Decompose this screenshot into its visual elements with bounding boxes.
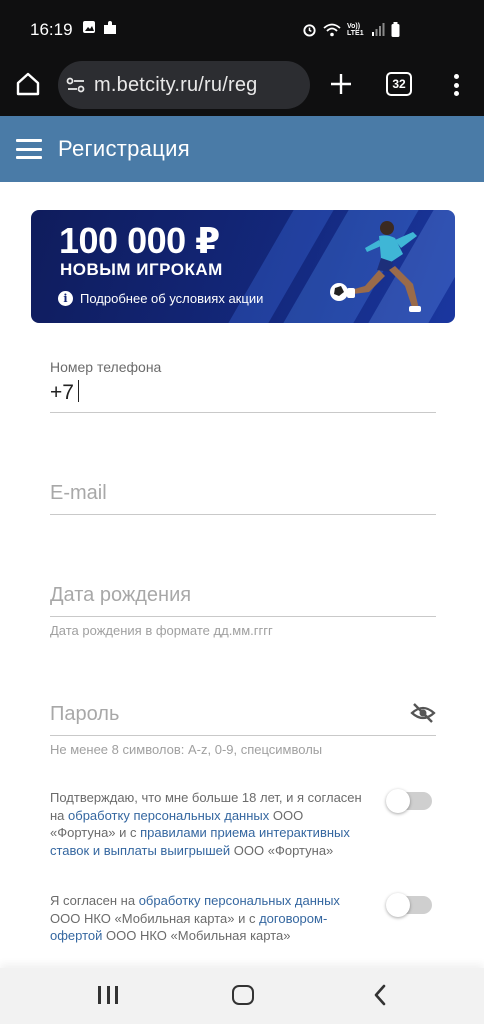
consent-text: ООО НКО «Мобильная карта» и с — [50, 910, 260, 926]
consent-text: ООО «Фортуна» — [230, 842, 334, 858]
consent-mobile-card-toggle[interactable] — [386, 893, 432, 917]
phone-field-value[interactable]: +7 — [50, 380, 80, 405]
password-field[interactable]: Пароль Не менее 8 символов: A-z, 0-9, сп… — [50, 697, 436, 759]
personal-data-link[interactable]: обработку персональных данных — [139, 893, 340, 908]
menu-dot-icon — [453, 91, 459, 96]
status-bar: 16:19 Vo)) LTE1 — [0, 0, 484, 58]
app-header: Регистрация — [0, 116, 484, 182]
field-underline — [50, 735, 436, 736]
toggle-knob — [386, 893, 410, 917]
banner-subtitle: НОВЫМ ИГРОКАМ — [60, 260, 223, 279]
football-player-illustration — [330, 221, 421, 312]
gallery-icon — [83, 21, 95, 33]
home-icon — [16, 72, 40, 96]
new-tab-button[interactable] — [326, 66, 356, 102]
text-caret — [77, 380, 80, 402]
status-system-icons: Vo)) LTE1 — [302, 22, 400, 37]
promo-terms-text: Подробнее об условиях акции — [80, 291, 264, 306]
email-field[interactable]: E-mail — [50, 476, 436, 516]
wifi-icon — [323, 23, 341, 36]
status-notification-icons — [82, 20, 118, 36]
browser-menu-button[interactable] — [446, 70, 466, 100]
phone-field[interactable]: Номер телефона +7 — [50, 356, 436, 414]
consent-age-rules-toggle[interactable] — [386, 789, 432, 813]
password-placeholder: Пароль — [50, 703, 120, 725]
tab-switcher-button[interactable]: 32 — [386, 72, 412, 96]
system-navigation-bar — [0, 968, 484, 1024]
phone-value-text: +7 — [50, 381, 74, 404]
url-text: m.betcity.ru/ru/reg — [94, 73, 258, 96]
site-settings-icon[interactable] — [66, 76, 86, 94]
battery-icon — [391, 22, 400, 37]
email-placeholder: E-mail — [50, 482, 107, 504]
banner-amount: 100 000 ₽ — [59, 220, 220, 261]
consent-age-rules: Подтверждаю, что мне больше 18 лет, и я … — [50, 789, 370, 859]
home-nav-icon[interactable] — [232, 985, 254, 1005]
field-underline — [50, 616, 436, 617]
alarm-icon — [303, 24, 316, 37]
hamburger-menu-icon[interactable] — [16, 139, 42, 159]
plus-icon — [331, 74, 351, 94]
puzzle-icon — [104, 21, 116, 34]
toggle-knob — [386, 789, 410, 813]
field-underline — [50, 412, 436, 413]
menu-dot-icon — [453, 74, 459, 79]
personal-data-link[interactable]: обработку персональных данных — [68, 808, 269, 823]
birthdate-field[interactable]: Дата рождения Дата рождения в формате дд… — [50, 578, 436, 640]
signal-icon — [372, 23, 385, 36]
birthdate-hint: Дата рождения в формате дд.мм.гггг — [50, 623, 273, 638]
page-title: Регистрация — [58, 136, 190, 161]
field-underline — [50, 514, 436, 515]
network-label: Vo)) LTE1 — [347, 22, 364, 37]
status-time: 16:19 — [30, 20, 73, 39]
birthdate-placeholder: Дата рождения — [50, 584, 192, 606]
eye-off-icon[interactable] — [410, 702, 436, 724]
promo-terms-link[interactable]: i Подробнее об условиях акции — [58, 291, 263, 306]
password-hint: Не менее 8 символов: A-z, 0-9, спецсимво… — [50, 742, 323, 757]
address-bar[interactable]: m.betcity.ru/ru/reg — [58, 61, 310, 109]
browser-toolbar: m.betcity.ru/ru/reg 32 — [0, 58, 484, 116]
consent-mobile-card: Я согласен на обработку персональных дан… — [50, 892, 370, 945]
home-button[interactable] — [14, 70, 46, 102]
consent-text: ООО НКО «Мобильная карта» — [102, 928, 291, 943]
consent-text: Я согласен на — [50, 893, 139, 908]
phone-field-label: Номер телефона — [50, 359, 162, 375]
promo-banner[interactable]: 100 000 ₽ НОВЫМ ИГРОКАМ i Подробнее об у… — [31, 210, 455, 323]
back-icon[interactable] — [370, 982, 390, 1008]
info-icon: i — [58, 291, 73, 306]
recent-apps-icon[interactable] — [98, 986, 118, 1004]
menu-dot-icon — [453, 82, 459, 88]
